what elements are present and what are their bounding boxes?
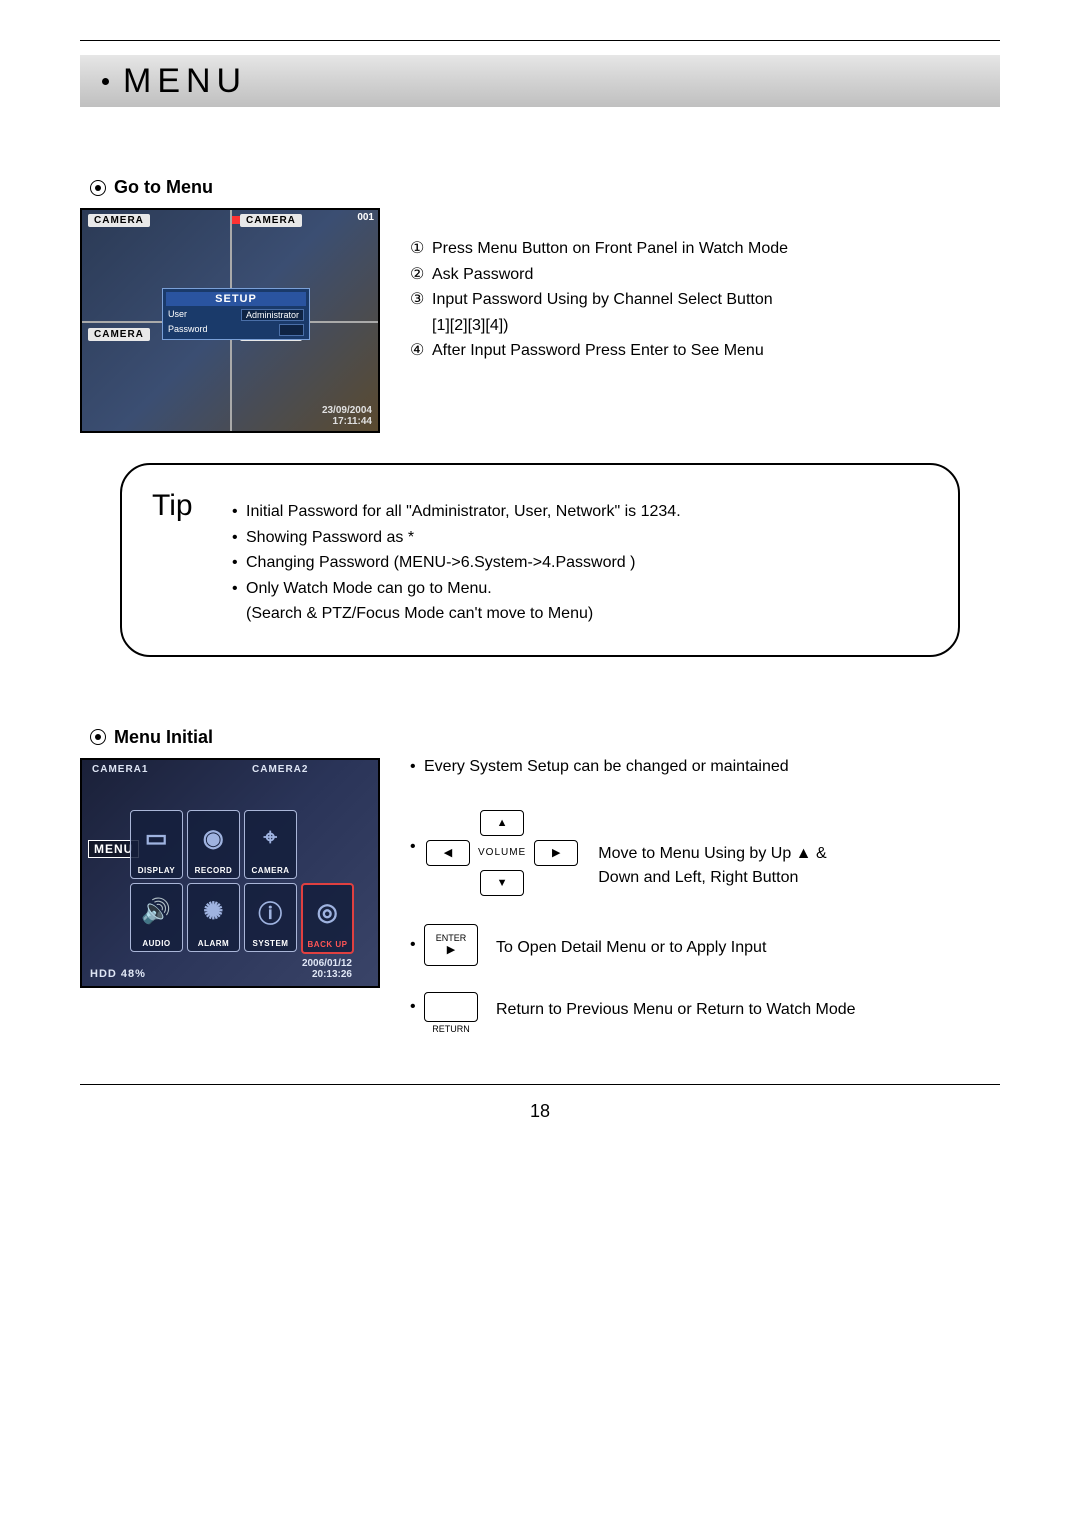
timestamp: 2006/01/12 20:13:26	[302, 958, 352, 980]
camera-label: CAMERA	[240, 214, 302, 227]
page-title: MENU	[123, 62, 247, 101]
menu-display-icon: ▭DISPLAY	[130, 810, 183, 879]
step-text: Input Password Using by Channel Select B…	[432, 287, 773, 313]
down-button-icon: ▼	[480, 870, 524, 896]
password-label: Password	[168, 324, 208, 336]
tip-line: (Search & PTZ/Focus Mode can't move to M…	[246, 601, 681, 627]
camera-label: CAMERA	[88, 214, 150, 227]
return-button-icon: RETURN	[424, 992, 478, 1034]
camera-label: CAMERA	[88, 328, 150, 341]
tip-line: Changing Password (MENU->6.System->4.Pas…	[246, 550, 635, 576]
bullet-icon	[90, 180, 106, 196]
right-button-icon: ▶	[534, 840, 578, 866]
section-menu-initial-head: Menu Initial	[90, 727, 1000, 748]
section-title: Go to Menu	[114, 177, 213, 198]
menu-audio-icon: 🔊AUDIO	[130, 883, 183, 952]
tip-line: Only Watch Mode can go to Menu.	[246, 576, 492, 602]
camera-label: CAMERA2	[252, 764, 308, 775]
tip-content: •Initial Password for all "Administrator…	[232, 499, 681, 627]
menu-alarm-icon: ✺ALARM	[187, 883, 240, 952]
section-go-to-menu-head: Go to Menu	[90, 177, 1000, 198]
step-text: [1][2][3][4])	[432, 313, 1000, 339]
volume-label: VOLUME	[478, 847, 526, 858]
step-text: Ask Password	[432, 262, 533, 288]
menu-record-icon: ◉RECORD	[187, 810, 240, 879]
camera-label: CAMERA1	[92, 764, 148, 775]
hdd-status: HDD 48%	[90, 968, 146, 980]
instructions: ①Press Menu Button on Front Panel in Wat…	[410, 208, 1000, 433]
user-value: Administrator	[241, 309, 304, 321]
step-text: After Input Password Press Enter to See …	[432, 338, 764, 364]
left-button-icon: ◀	[426, 840, 470, 866]
enter-desc: To Open Detail Menu or to Apply Input	[496, 936, 766, 960]
dpad-desc: Move to Menu Using by Up ▲ & Down and Le…	[598, 842, 858, 890]
menu-camera-icon: ⌖CAMERA	[244, 810, 297, 879]
tip-line: Showing Password as *	[246, 525, 414, 551]
return-desc: Return to Previous Menu or Return to Wat…	[496, 998, 856, 1022]
page-number: 18	[80, 1101, 1000, 1122]
password-value	[279, 324, 304, 336]
timestamp: 23/09/2004 17:11:44	[322, 405, 372, 427]
bullet-icon	[90, 729, 106, 745]
counter: 001	[357, 212, 374, 223]
intro-text: Every System Setup can be changed or mai…	[424, 758, 789, 776]
menu-system-icon: ⓘSYSTEM	[244, 883, 297, 952]
dpad-diagram: ▲ ◀ VOLUME ▶ ▼	[424, 808, 580, 898]
title-bar: MENU	[80, 55, 1000, 107]
section-title: Menu Initial	[114, 727, 213, 748]
setup-dialog: SETUP User Administrator Password	[162, 288, 310, 340]
setup-dialog-title: SETUP	[166, 292, 306, 306]
record-indicator-icon	[232, 216, 240, 224]
tip-box: Tip •Initial Password for all "Administr…	[120, 463, 960, 657]
nav-instructions: •Every System Setup can be changed or ma…	[410, 758, 1000, 1034]
tip-label: Tip	[152, 489, 232, 627]
tip-line: Initial Password for all "Administrator,…	[246, 499, 681, 525]
enter-button-icon: ENTER ▶	[424, 924, 478, 966]
menu-backup-icon: ◎BACK UP	[301, 883, 354, 954]
up-button-icon: ▲	[480, 810, 524, 836]
step-text: Press Menu Button on Front Panel in Watc…	[432, 236, 788, 262]
title-bullet-icon	[102, 78, 109, 85]
screenshot-menu: CAMERA1 CAMERA2 MENU ▭DISPLAY ◉RECORD ⌖C…	[80, 758, 380, 988]
user-label: User	[168, 309, 187, 321]
screenshot-setup: CAMERA CAMERA CAMERA CAMERA 001 SETUP Us…	[80, 208, 380, 433]
top-rule	[80, 40, 1000, 41]
bottom-rule	[80, 1084, 1000, 1085]
